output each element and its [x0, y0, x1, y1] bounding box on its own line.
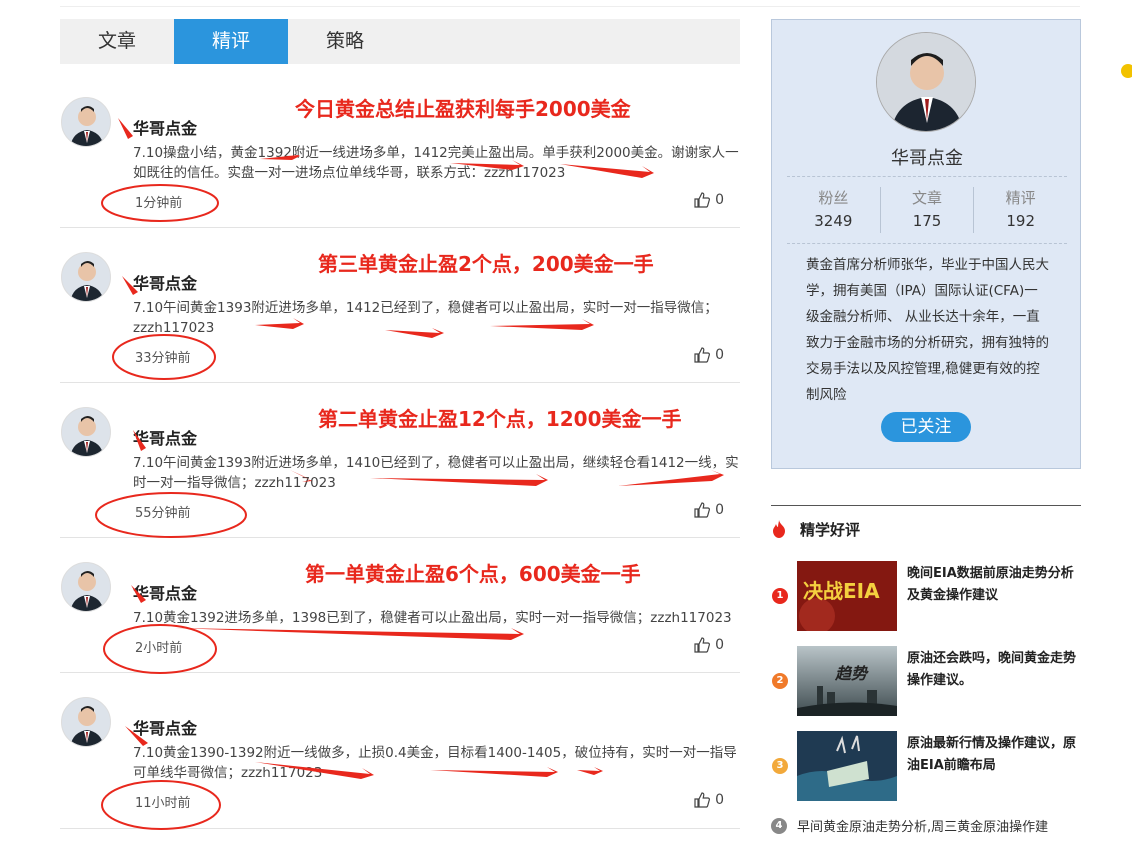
recommend-item[interactable]: 3 原油最新行情及操作建议，原油EIA前瞻布局	[771, 731, 1081, 801]
annotation-headline: 第一单黄金止盈6个点，600美金一手	[305, 562, 641, 586]
list-item: 华哥点金 第一单黄金止盈6个点，600美金一手 7.10黄金1392进场多单，1…	[60, 538, 740, 673]
recommend-link[interactable]: 原油还会跌吗，晚间黄金走势操作建议。	[907, 648, 1079, 692]
like-button[interactable]: 0	[694, 792, 724, 808]
thumbs-up-icon	[694, 792, 711, 808]
author-name[interactable]: 华哥点金	[133, 270, 197, 294]
tab-bar: 文章 精评 策略	[60, 19, 740, 64]
list-item: 华哥点金 7.10黄金1390-1392附近一线做多，止损0.4美金，目标看14…	[60, 673, 740, 829]
avatar[interactable]	[61, 407, 111, 457]
thumbs-up-icon	[694, 192, 711, 208]
profile-card: 华哥点金 粉丝 3249 文章 175 精评 192 黄金首席分析师张华，毕业于…	[771, 19, 1081, 469]
post-time: 33分钟前	[135, 351, 191, 366]
author-name[interactable]: 华哥点金	[133, 580, 197, 604]
rank-badge: 4	[771, 817, 787, 834]
stat-fans[interactable]: 粉丝 3249	[787, 177, 880, 243]
list-item: 华哥点金 今日黄金总结止盈获利每手2000美金 7.10操盘小结，黄金1392附…	[60, 73, 740, 228]
rank-badge: 2	[772, 673, 788, 689]
stat-articles[interactable]: 文章 175	[879, 187, 974, 233]
author-name[interactable]: 华哥点金	[133, 425, 197, 449]
post-time: 11小时前	[135, 796, 191, 811]
decorative-dot	[1121, 64, 1132, 78]
stat-label: 文章	[912, 189, 943, 207]
fire-icon	[773, 520, 785, 538]
thumbnail-caption: 决战EIA	[803, 579, 880, 603]
avatar[interactable]	[61, 97, 111, 147]
profile-name: 华哥点金	[891, 148, 963, 169]
like-count: 0	[715, 637, 724, 653]
like-button[interactable]: 0	[694, 502, 724, 518]
post-content: 7.10黄金1390-1392附近一线做多，止损0.4美金，目标看1400-14…	[133, 745, 737, 781]
list-item: 华哥点金 第二单黄金止盈12个点，1200美金一手 7.10午间黄金1393附近…	[60, 383, 740, 538]
thumbnail-caption: 趋势	[835, 664, 868, 683]
annotation-headline: 第二单黄金止盈12个点，1200美金一手	[318, 407, 682, 431]
stat-reviews[interactable]: 精评 192	[973, 187, 1067, 233]
section-divider	[771, 505, 1081, 506]
list-item: 华哥点金 第三单黄金止盈2个点，200美金一手 7.10午间黄金1393附近进场…	[60, 228, 740, 383]
recommend-item[interactable]: 1 决战EIA 晚间EIA数据前原油走势分析及黄金操作建议	[771, 561, 1081, 631]
thumbs-up-icon	[694, 502, 711, 518]
review-feed: 华哥点金 今日黄金总结止盈获利每手2000美金 7.10操盘小结，黄金1392附…	[60, 73, 740, 829]
profile-stats: 粉丝 3249 文章 175 精评 192	[787, 176, 1067, 244]
stat-value: 192	[1006, 212, 1035, 230]
profile-bio: 黄金首席分析师张华，毕业于中国人民大学，拥有美国（IPA）国际认证(CFA)一级…	[806, 257, 1049, 403]
stat-label: 粉丝	[818, 189, 849, 207]
top-divider	[60, 6, 1080, 7]
stat-label: 精评	[1005, 189, 1036, 207]
like-count: 0	[715, 347, 724, 363]
thumbnail[interactable]	[797, 731, 897, 801]
rank-badge: 3	[772, 758, 788, 774]
avatar[interactable]	[61, 562, 111, 612]
recommend-item[interactable]: 4 早间黄金原油走势分析,周三黄金原油操作建	[771, 816, 1048, 835]
post-content: 7.10午间黄金1393附近进场多单，1410已经到了，稳健者可以止盈出局，继续…	[133, 455, 739, 491]
stat-value: 3249	[814, 212, 853, 230]
follow-button[interactable]: 已关注	[881, 412, 971, 442]
thumbnail[interactable]: 决战EIA	[797, 561, 897, 631]
author-name[interactable]: 华哥点金	[133, 715, 197, 739]
stat-value: 175	[912, 212, 942, 230]
thumbs-up-icon	[694, 347, 711, 363]
like-button[interactable]: 0	[694, 347, 724, 363]
annotation-headline: 第三单黄金止盈2个点，200美金一手	[318, 252, 654, 276]
recommend-link[interactable]: 原油最新行情及操作建议，原油EIA前瞻布局	[907, 733, 1079, 777]
like-button[interactable]: 0	[694, 637, 724, 653]
rank-badge: 1	[772, 588, 788, 604]
like-count: 0	[715, 502, 724, 518]
author-name[interactable]: 华哥点金	[133, 115, 197, 139]
recommend-item[interactable]: 2 趋势 原油还会跌吗，晚间黄金走势操作建议。	[771, 646, 1081, 716]
profile-avatar[interactable]	[876, 32, 976, 132]
post-time: 55分钟前	[135, 506, 191, 521]
thumbnail[interactable]: 趋势	[797, 646, 897, 716]
thumbs-up-icon	[694, 637, 711, 653]
tab-articles[interactable]: 文章	[60, 19, 174, 64]
avatar[interactable]	[61, 252, 111, 302]
annotation-headline: 今日黄金总结止盈获利每手2000美金	[295, 97, 631, 121]
post-content: 7.10午间黄金1393附近进场多单，1412已经到了，稳健者可以止盈出局，实时…	[133, 300, 718, 336]
tab-reviews[interactable]: 精评	[174, 19, 288, 64]
post-time: 1分钟前	[135, 196, 183, 211]
post-time: 2小时前	[135, 641, 183, 656]
avatar[interactable]	[61, 697, 111, 747]
like-button[interactable]: 0	[694, 192, 724, 208]
post-content: 7.10黄金1392进场多单，1398已到了，稳健者可以止盈出局，实时一对一指导…	[133, 610, 732, 626]
recommend-link[interactable]: 晚间EIA数据前原油走势分析及黄金操作建议	[907, 563, 1079, 607]
tab-strategy[interactable]: 策略	[288, 19, 402, 64]
recommend-link[interactable]: 早间黄金原油走势分析,周三黄金原油操作建	[797, 816, 1048, 835]
recommend-title: 精学好评	[800, 521, 861, 539]
like-count: 0	[715, 192, 724, 208]
like-count: 0	[715, 792, 724, 808]
post-content: 7.10操盘小结，黄金1392附近一线进场多单，1412完美止盈出局。单手获利2…	[133, 145, 739, 181]
